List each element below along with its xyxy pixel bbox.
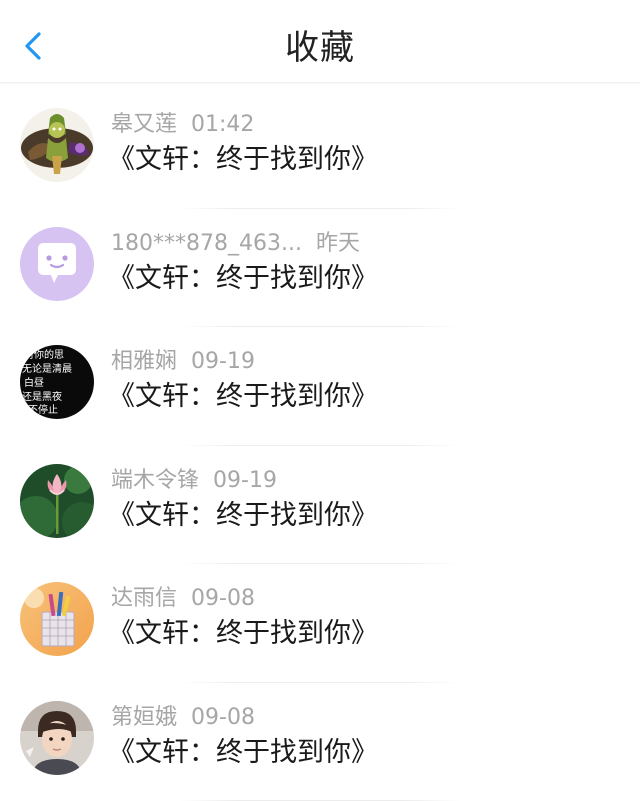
timestamp: 09-08: [191, 705, 255, 730]
user-name: 达雨信: [111, 586, 177, 611]
lotus-flower-avatar[interactable]: [20, 464, 94, 538]
item-meta: 第姮娥 09-08: [111, 704, 255, 732]
timestamp: 01:42: [191, 112, 254, 137]
favorite-item[interactable]: 端木令锋 09-19 《文轩：终于找到你》: [0, 446, 640, 565]
timestamp: 09-08: [191, 586, 255, 611]
user-name: 180***878_463...: [111, 231, 302, 256]
favorite-item[interactable]: 180***878_463... 昨天 《文轩：终于找到你》: [0, 209, 640, 328]
item-meta: 端木令锋 09-19: [111, 467, 277, 495]
timestamp: 昨天: [316, 231, 360, 256]
article-title: 《文轩：终于找到你》: [108, 735, 378, 771]
article-title: 《文轩：终于找到你》: [108, 142, 378, 178]
text-quote-avatar[interactable]: 对你的思 无论是清晨 白昼 还是黑夜 不停止: [20, 345, 94, 419]
chat-bubble-avatar[interactable]: [20, 227, 94, 301]
boy-portrait-avatar[interactable]: [20, 701, 94, 775]
avatar-text-line: 对你的思: [24, 348, 64, 361]
favorite-item[interactable]: 对你的思 无论是清晨 白昼 还是黑夜 不停止 相雅娴 09-19 《文轩：终于找到…: [0, 327, 640, 446]
favorite-item[interactable]: 第姮娥 09-08 《文轩：终于找到你》: [0, 683, 640, 801]
page-title: 收藏: [0, 26, 640, 70]
avatar-text-line: 无论是清晨: [22, 362, 72, 375]
favorite-item[interactable]: 达雨信 09-08 《文轩：终于找到你》: [0, 564, 640, 683]
user-name: 皋又莲: [111, 112, 177, 137]
timestamp: 09-19: [213, 468, 277, 493]
user-name: 端木令锋: [111, 468, 199, 493]
user-name: 第姮娥: [111, 705, 177, 730]
item-meta: 180***878_463... 昨天: [111, 230, 360, 258]
timestamp: 09-19: [191, 349, 255, 374]
article-title: 《文轩：终于找到你》: [108, 379, 378, 415]
favorites-list: 皋又莲 01:42 《文轩：终于找到你》 180***878_463... 昨天 《…: [0, 90, 640, 801]
game-character-avatar[interactable]: [20, 108, 94, 182]
item-meta: 皋又莲 01:42: [111, 111, 254, 139]
avatar-text-line: 白昼: [24, 376, 44, 389]
item-meta: 达雨信 09-08: [111, 585, 255, 613]
article-title: 《文轩：终于找到你》: [108, 498, 378, 534]
article-title: 《文轩：终于找到你》: [108, 261, 378, 297]
top-navigation-bar: 收藏: [0, 0, 640, 83]
article-title: 《文轩：终于找到你》: [108, 616, 378, 652]
pen-holder-avatar[interactable]: [20, 582, 94, 656]
item-meta: 相雅娴 09-19: [111, 348, 255, 376]
avatar-text-line: 还是黑夜: [22, 390, 62, 403]
user-name: 相雅娴: [111, 349, 177, 374]
avatar-text-line: 不停止: [28, 403, 58, 416]
favorite-item[interactable]: 皋又莲 01:42 《文轩：终于找到你》: [0, 90, 640, 209]
